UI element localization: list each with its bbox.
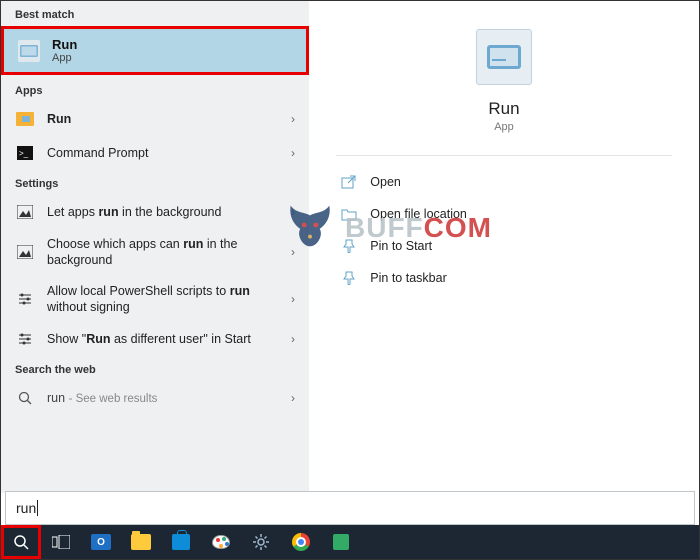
open-icon [340, 173, 358, 191]
chevron-right-icon: › [291, 112, 295, 126]
cmd-icon: >_ [15, 143, 35, 163]
generic-app-icon [333, 534, 349, 550]
hero-title: Run [488, 99, 519, 119]
taskbar: O [1, 525, 699, 559]
action-open-file-location[interactable]: Open file location [336, 198, 671, 230]
hero-run-icon [476, 29, 532, 85]
chevron-right-icon: › [291, 391, 295, 405]
chrome-icon [292, 533, 310, 551]
chevron-right-icon: › [291, 292, 295, 306]
sliders-icon [15, 329, 35, 349]
taskbar-settings[interactable] [241, 525, 281, 559]
taskbar-store[interactable] [161, 525, 201, 559]
section-header-apps: Apps [1, 77, 309, 102]
settings-item-choose-apps[interactable]: Choose which apps can run in the backgro… [1, 229, 309, 276]
picture-icon [15, 242, 35, 262]
action-list: Open Open file location Pin to Start Pin… [336, 166, 671, 294]
run-app-icon [18, 40, 40, 62]
best-match-title: Run [52, 37, 77, 52]
best-match-text: Run App [52, 37, 77, 64]
action-label: Pin to taskbar [370, 271, 446, 285]
divider [336, 155, 671, 156]
settings-item-label: Choose which apps can run in the backgro… [47, 236, 279, 269]
chevron-right-icon: › [291, 205, 295, 219]
taskbar-outlook[interactable]: O [81, 525, 121, 559]
start-search-panel: Best match Run App Apps Run › >_ Command… [1, 1, 699, 493]
section-header-settings: Settings [1, 170, 309, 195]
settings-item-background-apps[interactable]: Let apps run in the background › [1, 195, 309, 229]
settings-item-label: Let apps run in the background [47, 204, 279, 220]
action-pin-to-taskbar[interactable]: Pin to taskbar [336, 262, 671, 294]
gear-icon [252, 533, 270, 551]
picture-icon [15, 202, 35, 222]
taskbar-chrome[interactable] [281, 525, 321, 559]
taskbar-task-view[interactable] [41, 525, 81, 559]
chevron-right-icon: › [291, 245, 295, 259]
folder-icon [131, 534, 151, 550]
taskbar-search-button[interactable] [1, 525, 41, 559]
store-icon [172, 534, 190, 550]
paint-icon [212, 535, 230, 549]
settings-item-run-as-user[interactable]: Show "Run as different user" in Start › [1, 322, 309, 356]
results-column: Best match Run App Apps Run › >_ Command… [1, 1, 309, 493]
taskbar-paint[interactable] [201, 525, 241, 559]
taskbar-app[interactable] [321, 525, 361, 559]
taskbar-file-explorer[interactable] [121, 525, 161, 559]
action-open[interactable]: Open [336, 166, 671, 198]
settings-item-powershell[interactable]: Allow local PowerShell scripts to run wi… [1, 276, 309, 323]
search-box[interactable]: run [5, 491, 695, 525]
web-item-label: run - See web results [47, 390, 279, 407]
pin-icon [340, 269, 358, 287]
apps-item-label: Run [47, 111, 279, 127]
apps-item-run[interactable]: Run › [1, 102, 309, 136]
run-folder-icon [15, 109, 35, 129]
task-view-icon [52, 535, 70, 549]
best-match-subtitle: App [52, 52, 77, 64]
pin-icon [340, 237, 358, 255]
search-icon [15, 388, 35, 408]
search-icon [13, 534, 29, 550]
apps-item-command-prompt[interactable]: >_ Command Prompt › [1, 136, 309, 170]
action-label: Open file location [370, 207, 467, 221]
chevron-right-icon: › [291, 332, 295, 346]
folder-open-icon [340, 205, 358, 223]
action-label: Pin to Start [370, 239, 432, 253]
apps-item-label: Command Prompt [47, 145, 279, 161]
hero-subtitle: App [494, 121, 514, 133]
sliders-icon [15, 289, 35, 309]
preview-column: Run App Open Open file location Pin to S… [309, 1, 699, 493]
settings-item-label: Allow local PowerShell scripts to run wi… [47, 283, 279, 316]
best-match-item[interactable]: Run App [1, 26, 309, 75]
action-pin-to-start[interactable]: Pin to Start [336, 230, 671, 262]
chevron-right-icon: › [291, 146, 295, 160]
svg-text:>_: >_ [19, 149, 29, 158]
action-label: Open [370, 175, 401, 189]
section-header-web: Search the web [1, 356, 309, 381]
section-header-best-match: Best match [1, 1, 309, 26]
outlook-icon: O [91, 534, 111, 550]
settings-item-label: Show "Run as different user" in Start [47, 331, 279, 347]
web-search-item[interactable]: run - See web results › [1, 381, 309, 415]
